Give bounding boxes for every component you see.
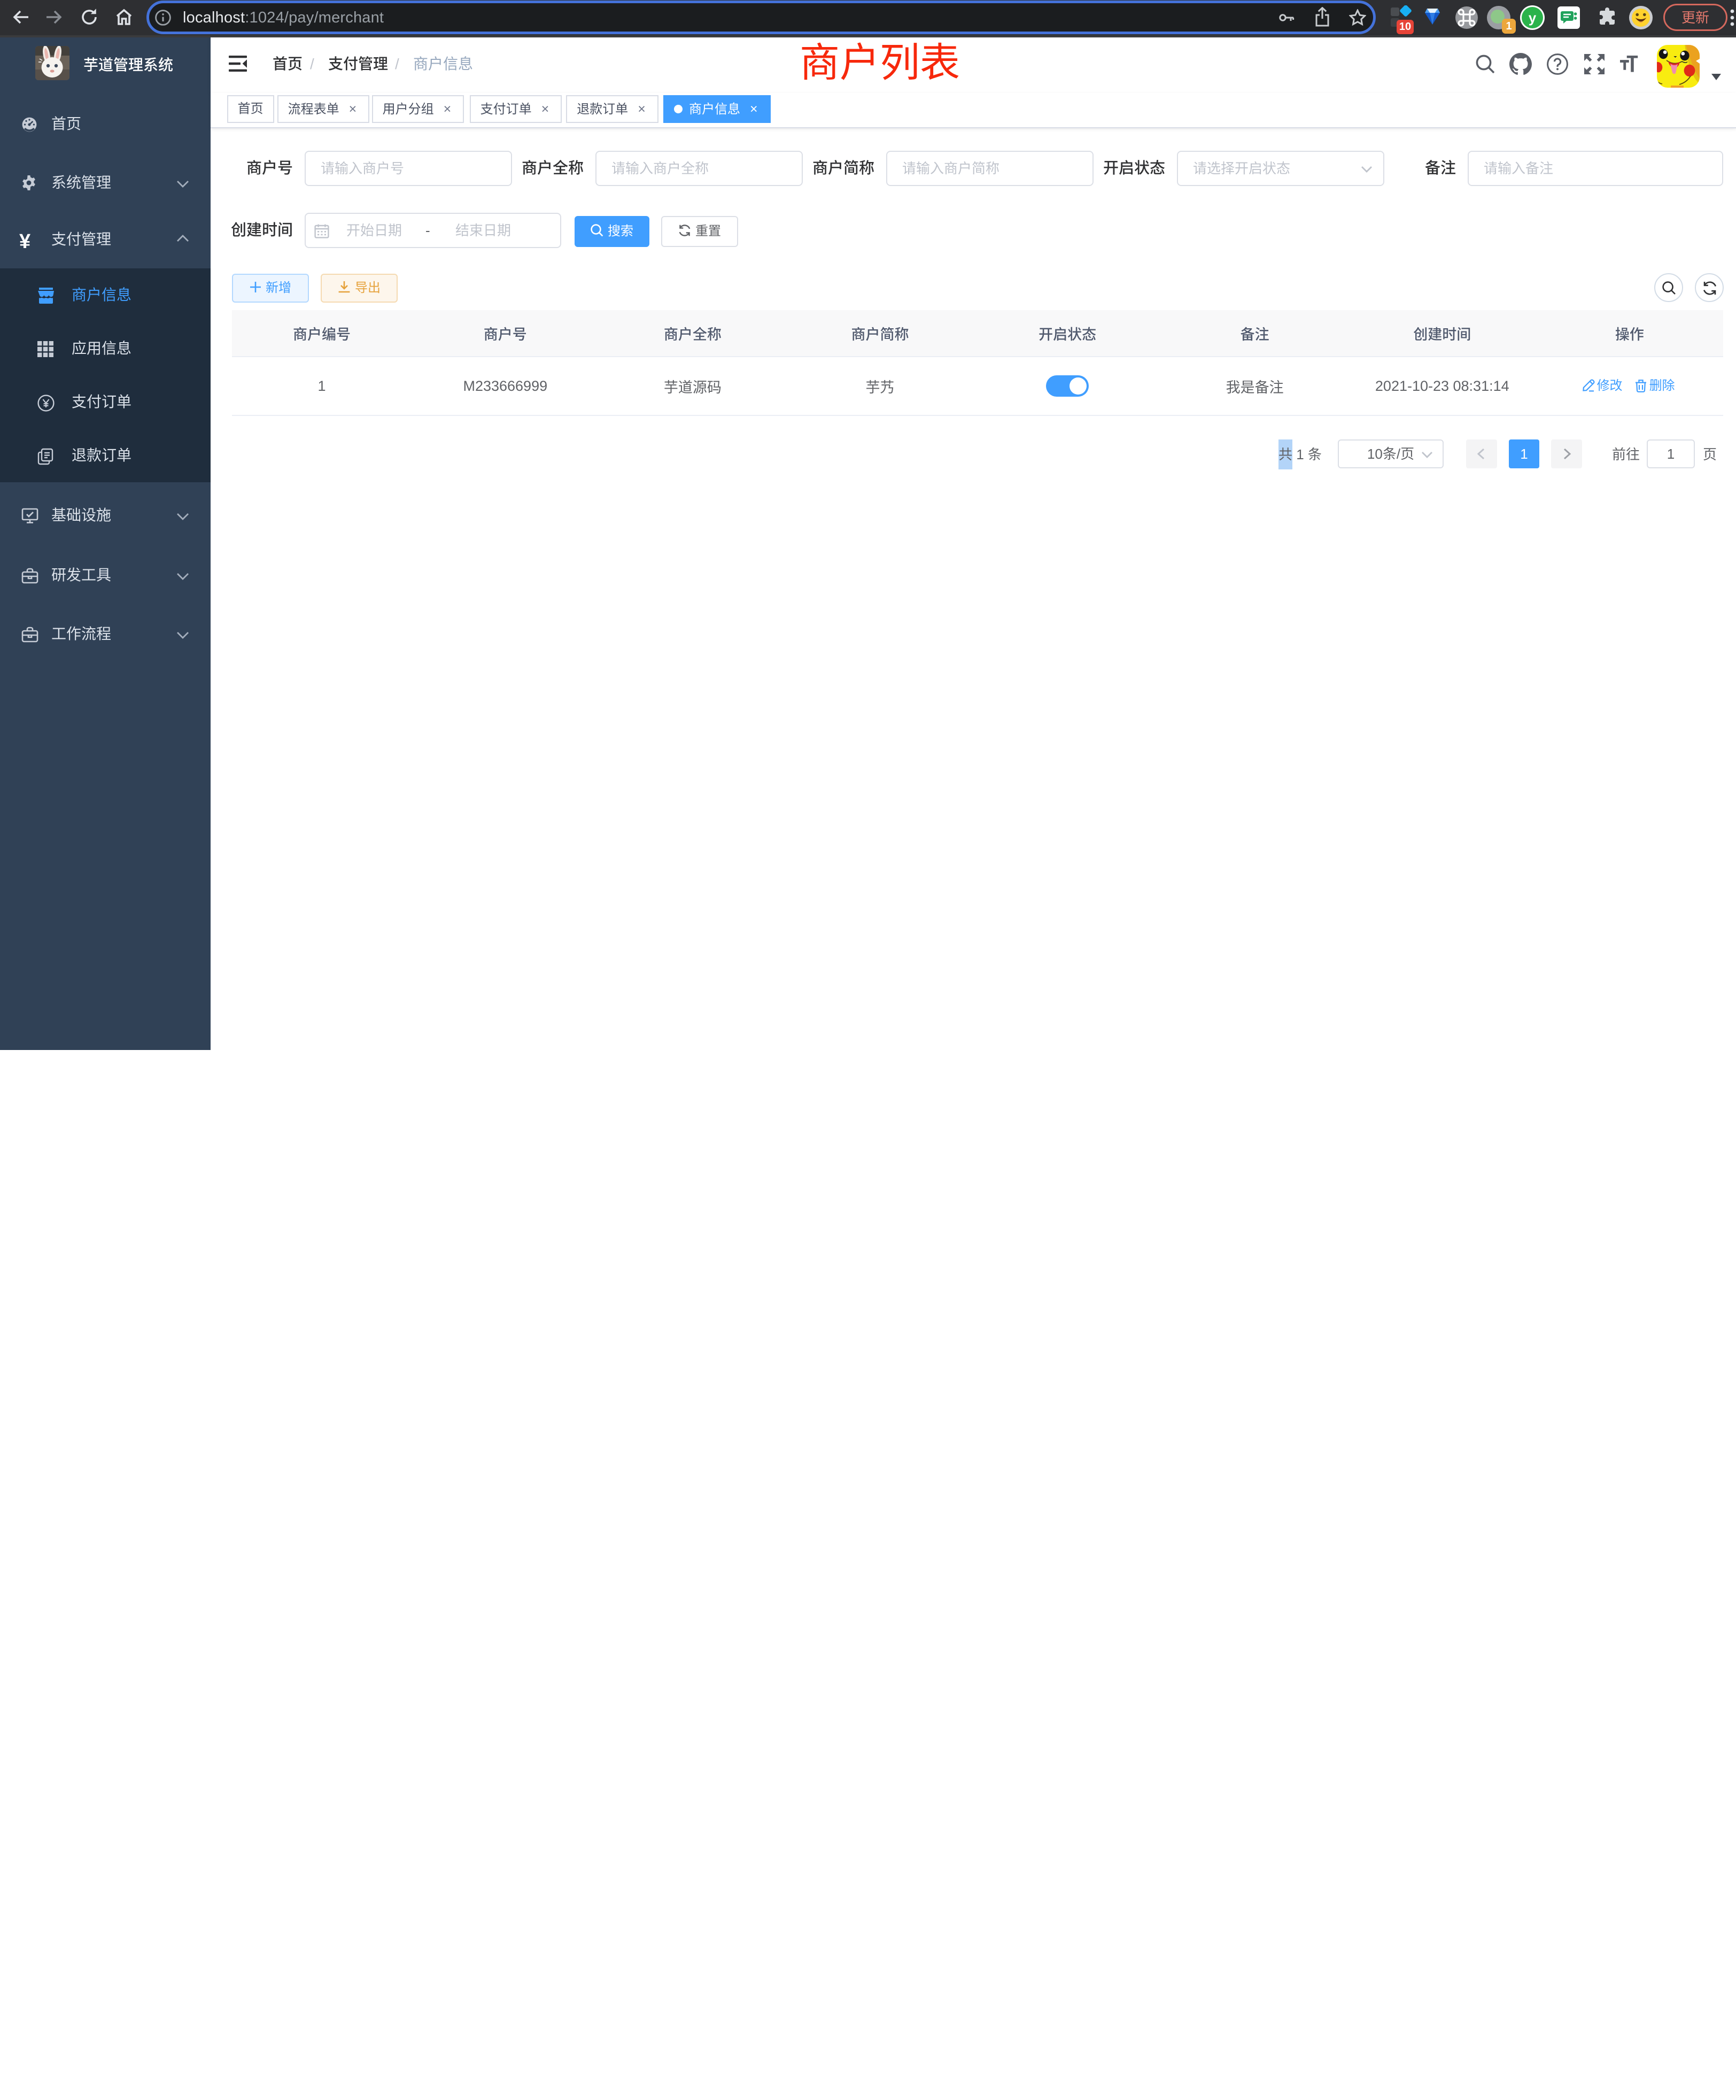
svg-text:y: y <box>1529 10 1537 26</box>
